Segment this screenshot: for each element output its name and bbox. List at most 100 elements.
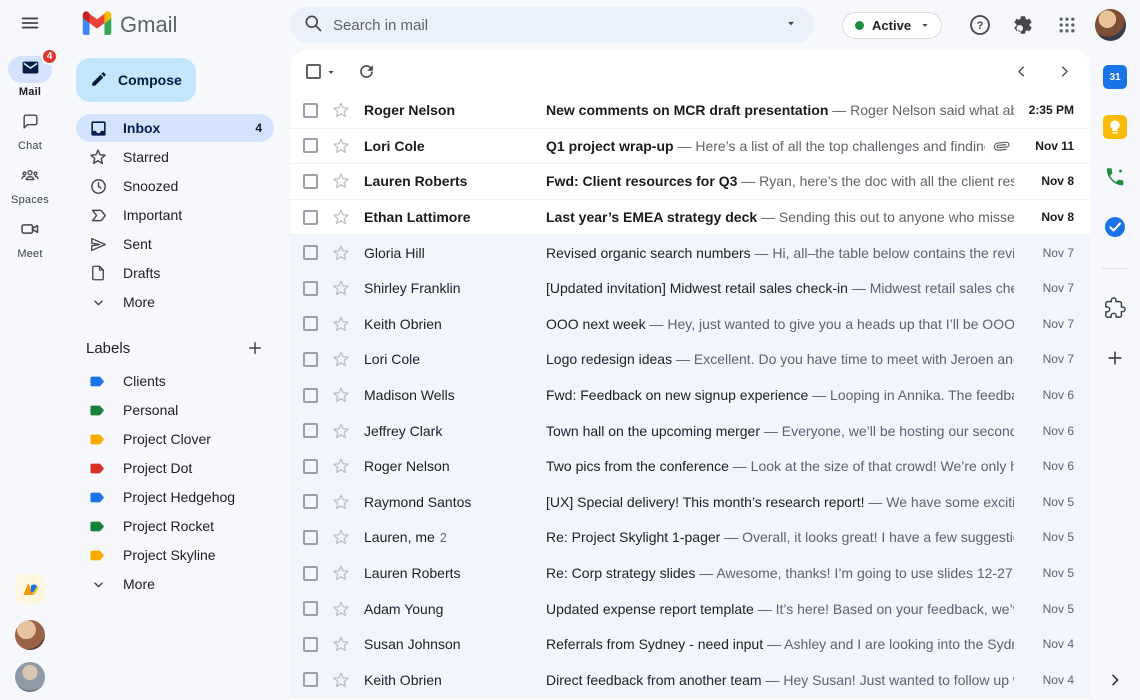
email-row[interactable]: Lauren, me 2 Re: Project Skylight 1-pager … [290,520,1090,556]
google-calendar-icon[interactable]: 31 [1102,64,1128,90]
email-row[interactable]: Gloria Hill Revised organic search number… [290,235,1090,271]
sidebar-item-snoozed[interactable]: Snoozed [76,172,274,200]
email-date: Nov 6 [1042,388,1074,403]
email-row[interactable]: Lauren Roberts Fwd: Client resources for … [290,164,1090,200]
email-row[interactable]: Raymond Santos [UX] Special delivery! Thi… [290,484,1090,521]
account-avatar[interactable] [1094,9,1126,41]
label-item-project-hedgehog[interactable]: Project Hedgehog [76,483,274,511]
select-checkbox[interactable] [303,280,318,296]
email-row[interactable]: Roger Nelson Two pics from the conference… [290,448,1090,485]
rail-item-spaces[interactable]: Spaces [8,164,52,206]
select-checkbox[interactable] [303,423,318,439]
rail-item-mail[interactable]: 4 Mail [8,48,58,98]
labels-more[interactable]: More [76,570,274,598]
google-tasks-icon[interactable] [1102,214,1128,240]
search-bar[interactable] [290,7,815,43]
email-row[interactable]: Lauren Roberts Re: Corp strategy slides —… [290,555,1090,592]
add-label-button[interactable] [246,339,264,357]
label-item-project-clover[interactable]: Project Clover [76,425,274,453]
email-row[interactable]: Shirley Franklin [Updated invitation] Mid… [290,270,1090,307]
select-all-checkbox[interactable] [306,64,321,79]
select-checkbox[interactable] [303,138,318,154]
compose-button[interactable]: Compose [76,58,196,102]
refresh-button[interactable] [357,62,376,81]
email-row[interactable]: Susan Johnson Referrals from Sydney - nee… [290,626,1090,663]
star-icon[interactable] [331,599,351,619]
label-item-project-dot[interactable]: Project Dot [76,454,274,482]
select-checkbox[interactable] [303,601,318,617]
star-icon[interactable] [331,563,351,583]
help-button[interactable]: ? [966,11,994,39]
older-page-button[interactable] [1057,64,1072,79]
sidebar-item-drafts[interactable]: Drafts [76,259,274,287]
star-icon[interactable] [331,492,351,512]
select-checkbox[interactable] [303,494,318,510]
select-checkbox[interactable] [303,245,318,261]
contact-avatar[interactable] [15,620,45,650]
search-options-caret-icon[interactable] [784,16,798,35]
select-checkbox[interactable] [303,209,318,225]
email-snippet: — Sending this out to anyone who missed.… [761,209,1014,226]
select-checkbox[interactable] [303,636,318,652]
google-voice-icon[interactable] [1102,164,1128,190]
select-checkbox[interactable] [303,565,318,581]
select-checkbox[interactable] [303,387,318,403]
select-checkbox[interactable] [303,458,318,474]
search-input[interactable] [333,16,775,34]
sidebar-item-sent[interactable]: Sent [76,230,274,258]
star-icon[interactable] [331,100,351,120]
select-options-caret-icon[interactable] [325,66,337,78]
select-checkbox[interactable] [303,529,318,545]
email-row[interactable]: Adam Young Updated expense report templat… [290,591,1090,627]
star-icon[interactable] [331,243,351,263]
sidebar-item-inbox[interactable]: Inbox 4 [76,114,274,142]
rail-item-meet[interactable]: Meet [8,218,52,260]
add-panel-app-icon[interactable] [1102,345,1128,371]
email-row[interactable]: Roger Nelson New comments on MCR draft pr… [290,93,1090,129]
email-snippet: — We have some exciting... [868,493,1014,510]
settings-button[interactable] [1010,11,1038,39]
main-menu-button[interactable] [0,0,60,50]
email-sender: Shirley Franklin [364,280,461,297]
availability-status-chip[interactable]: Active [842,11,943,39]
email-row[interactable]: Jeffrey Clark Town hall on the upcoming m… [290,413,1090,449]
star-icon[interactable] [331,314,351,334]
star-icon[interactable] [331,207,351,227]
email-row[interactable]: Madison Wells Fwd: Feedback on new signup… [290,377,1090,414]
label-item-project-skyline[interactable]: Project Skyline [76,541,274,569]
get-addons-icon[interactable] [1102,295,1128,321]
star-icon[interactable] [331,421,351,441]
email-row[interactable]: Keith Obrien Direct feedback from another… [290,662,1090,699]
star-icon[interactable] [331,670,351,690]
star-icon[interactable] [331,171,351,191]
select-checkbox[interactable] [303,351,318,367]
star-icon[interactable] [331,456,351,476]
select-checkbox[interactable] [303,102,318,118]
star-icon[interactable] [331,278,351,298]
label-item-project-rocket[interactable]: Project Rocket [76,512,274,540]
select-checkbox[interactable] [303,672,318,688]
email-row[interactable]: Lori Cole Logo redesign ideas — Excellent… [290,342,1090,378]
sidebar-item-more[interactable]: More [76,288,274,316]
label-item-personal[interactable]: Personal [76,396,274,424]
newer-page-button[interactable] [1014,64,1029,79]
google-keep-icon[interactable] [1102,114,1128,140]
star-icon[interactable] [331,385,351,405]
star-icon[interactable] [331,527,351,547]
rail-item-chat[interactable]: Chat [8,110,52,152]
star-icon[interactable] [331,634,351,654]
email-row[interactable]: Keith Obrien OOO next week — Hey, just wa… [290,306,1090,343]
star-icon[interactable] [331,136,351,156]
sidebar-item-important[interactable]: Important [76,201,274,229]
contact-avatar[interactable] [15,662,45,692]
google-apps-button[interactable] [1053,11,1081,39]
select-checkbox[interactable] [303,173,318,189]
label-item-clients[interactable]: Clients [76,367,274,395]
workspace-addon-logo[interactable] [15,574,45,604]
show-side-panel-button[interactable] [1107,672,1123,688]
select-checkbox[interactable] [303,316,318,332]
email-row[interactable]: Lori Cole Q1 project wrap-up — Here’s a l… [290,128,1090,165]
sidebar-item-starred[interactable]: Starred [76,143,274,171]
email-row[interactable]: Ethan Lattimore Last year’s EMEA strategy… [290,199,1090,236]
star-icon[interactable] [331,349,351,369]
